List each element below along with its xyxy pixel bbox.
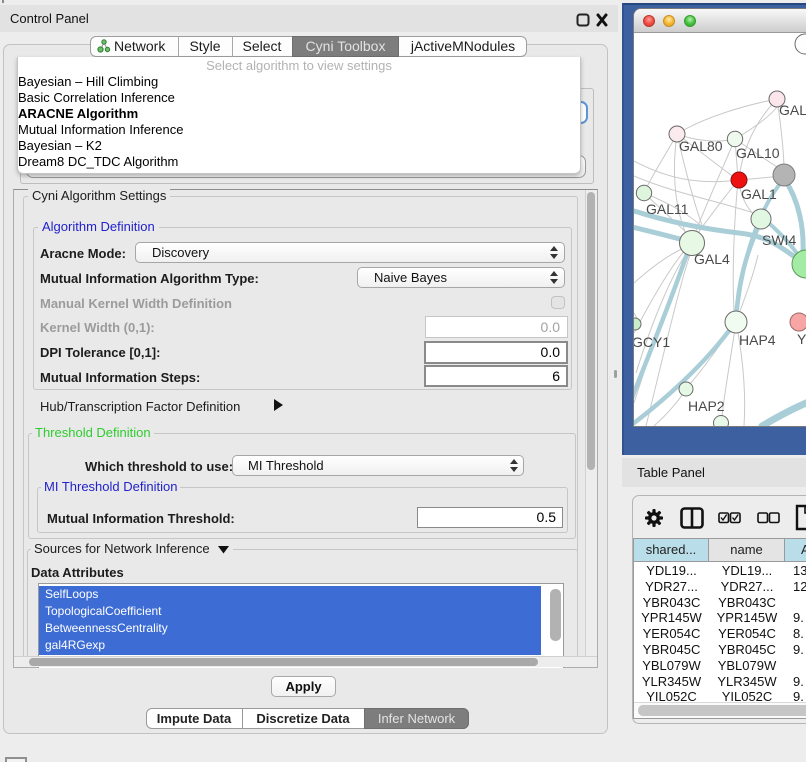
svg-text:GAL80: GAL80	[679, 138, 723, 154]
svg-text:GCY1: GCY1	[634, 334, 670, 350]
svg-text:GAL1: GAL1	[741, 186, 777, 202]
svg-text:HAP2: HAP2	[688, 398, 725, 414]
svg-text:GAL11: GAL11	[646, 201, 689, 217]
svg-text:SWI4: SWI4	[762, 232, 796, 248]
svg-text:GAL10: GAL10	[736, 145, 780, 161]
svg-text:GAL4: GAL4	[694, 251, 730, 267]
svg-text:Y: Y	[797, 331, 806, 347]
svg-text:HAP4: HAP4	[739, 332, 776, 348]
svg-text:GAL: GAL	[779, 102, 806, 118]
